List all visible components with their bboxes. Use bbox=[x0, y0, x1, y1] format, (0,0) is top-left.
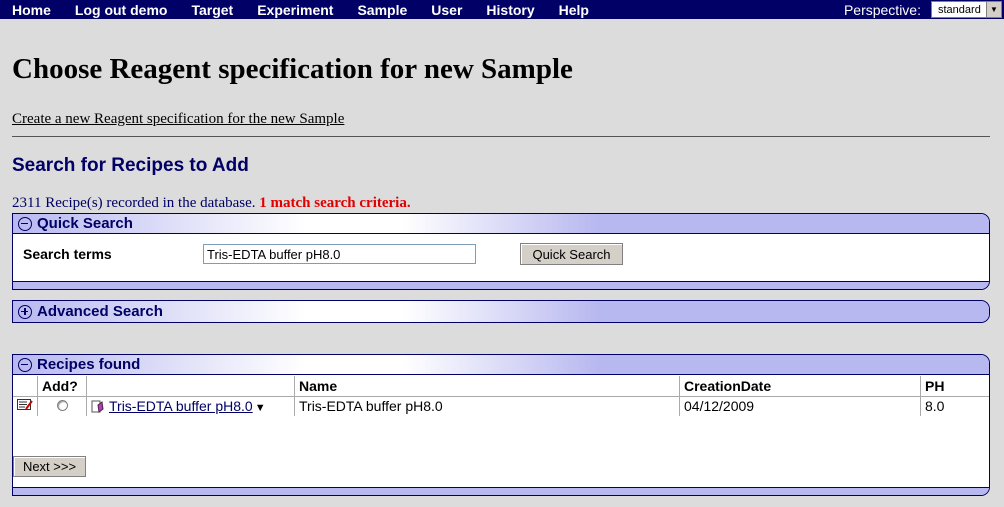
nav-target[interactable]: Target bbox=[191, 2, 233, 18]
perspective-label: Perspective: bbox=[843, 1, 921, 18]
divider bbox=[12, 136, 990, 137]
table-header: Add? Name CreationDate PH bbox=[13, 376, 989, 397]
search-terms-label: Search terms bbox=[23, 246, 112, 264]
page-title: Choose Reagent specification for new Sam… bbox=[12, 53, 573, 85]
search-terms-label-text: Search terms bbox=[23, 246, 112, 262]
collapse-icon[interactable] bbox=[18, 357, 32, 372]
nav-sample[interactable]: Sample bbox=[357, 2, 407, 18]
edit-icon[interactable] bbox=[17, 398, 33, 411]
quick-search-header[interactable]: Quick Search bbox=[13, 214, 989, 234]
nav-user[interactable]: User bbox=[431, 2, 462, 18]
nav-log-out[interactable]: Log out demo bbox=[75, 2, 168, 18]
add-cell bbox=[37, 396, 87, 416]
col-header-add: Add? bbox=[37, 376, 87, 397]
recipe-link-cell: Tris-EDTA buffer pH8.0 ▼ bbox=[86, 396, 295, 416]
perspective-control: Perspective: standard ▼ bbox=[844, 0, 1004, 19]
search-input[interactable] bbox=[203, 244, 476, 264]
advanced-search-panel: Advanced Search bbox=[12, 300, 990, 323]
dropdown-arrow-icon[interactable]: ▼ bbox=[255, 402, 266, 414]
recipe-ph: 8.0 bbox=[925, 398, 945, 415]
match-text: 1 match search criteria. bbox=[259, 195, 411, 211]
edit-cell bbox=[13, 396, 38, 416]
nav-home[interactable]: Home bbox=[12, 2, 51, 18]
recipe-date: 04/12/2009 bbox=[679, 396, 921, 416]
count-text: 2311 Recipe(s) recorded in the database. bbox=[12, 195, 256, 211]
collapse-icon[interactable] bbox=[18, 216, 32, 231]
perspective-select[interactable]: standard ▼ bbox=[931, 1, 1002, 18]
nav-help[interactable]: Help bbox=[559, 2, 589, 18]
recipes-title: Recipes found bbox=[37, 356, 141, 373]
col-header-name[interactable]: Name bbox=[294, 376, 680, 397]
advanced-search-header[interactable]: Advanced Search bbox=[13, 301, 989, 322]
recipe-name: Tris-EDTA buffer pH8.0 bbox=[294, 396, 680, 416]
section-title: Search for Recipes to Add bbox=[12, 155, 249, 176]
col-header-link bbox=[86, 376, 295, 397]
record-count: 2311 Recipe(s) recorded in the database.… bbox=[12, 195, 411, 212]
col-header-ph[interactable]: PH bbox=[920, 376, 989, 397]
nav-history[interactable]: History bbox=[486, 2, 534, 18]
chevron-down-icon[interactable]: ▼ bbox=[986, 2, 1001, 17]
recipe-link[interactable]: Tris-EDTA buffer pH8.0 bbox=[109, 398, 253, 414]
advanced-search-title: Advanced Search bbox=[37, 303, 163, 320]
nav-experiment[interactable]: Experiment bbox=[257, 2, 333, 18]
recipes-panel: Recipes found Add? Name CreationDate PH bbox=[12, 354, 990, 496]
perspective-value: standard bbox=[938, 3, 981, 16]
quick-search-title: Quick Search bbox=[37, 215, 133, 232]
quick-search-panel: Quick Search Search terms Quick Search bbox=[12, 213, 990, 290]
quick-search-button[interactable]: Quick Search bbox=[520, 243, 623, 265]
panel-footer bbox=[13, 281, 989, 289]
top-nav: Home Log out demo Target Experiment Samp… bbox=[0, 0, 1004, 19]
recipe-icon bbox=[91, 400, 105, 414]
recipes-table: Add? Name CreationDate PH Tris-EDTA buff… bbox=[13, 376, 989, 416]
create-reagent-link[interactable]: Create a new Reagent specification for t… bbox=[12, 111, 344, 128]
col-header-icon bbox=[13, 376, 38, 397]
col-header-creation-date[interactable]: CreationDate bbox=[679, 376, 921, 397]
table-row: Tris-EDTA buffer pH8.0 ▼ Tris-EDTA buffer… bbox=[13, 396, 989, 416]
recipes-header[interactable]: Recipes found bbox=[13, 355, 989, 375]
expand-icon[interactable] bbox=[18, 304, 32, 319]
panel-footer bbox=[13, 487, 989, 495]
next-button[interactable]: Next >>> bbox=[13, 456, 86, 477]
add-radio[interactable] bbox=[56, 400, 68, 412]
